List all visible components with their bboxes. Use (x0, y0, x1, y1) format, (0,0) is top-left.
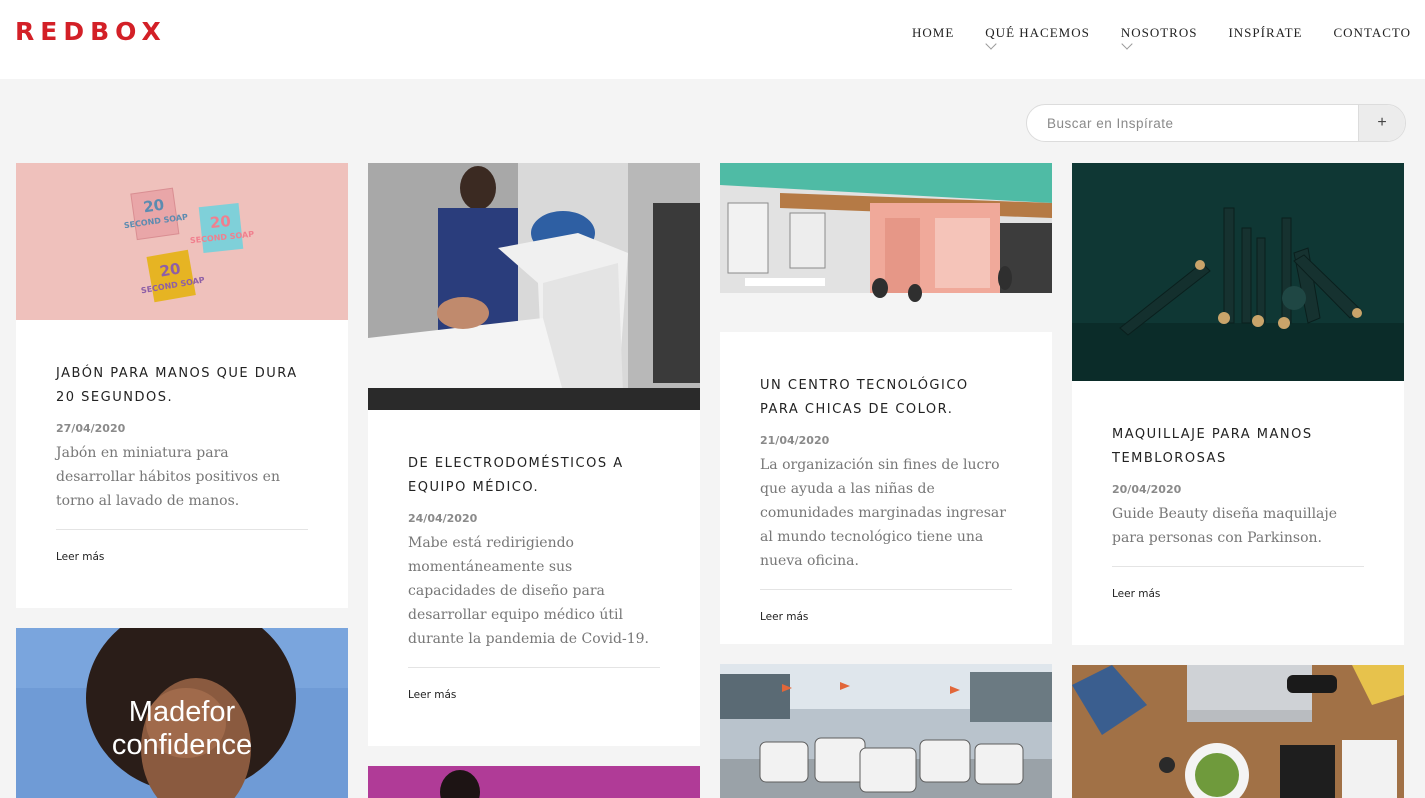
post-title[interactable]: DE ELECTRODOMÉSTICOS A EQUIPO MÉDICO. (408, 452, 660, 500)
post-card-confidence: Madefor confidence (16, 628, 348, 798)
post-card-robots (720, 664, 1052, 798)
post-excerpt: Jabón en miniatura para desarrollar hábi… (56, 445, 280, 509)
nav-que-hacemos-label: QUÉ HACEMOS (985, 25, 1090, 40)
post-card-makeup: MAQUILLAJE PARA MANOS TEMBLOROSAS 20/04/… (1072, 163, 1404, 645)
divider (56, 529, 308, 530)
makeup-tools-image[interactable] (1072, 163, 1404, 381)
divider (408, 667, 660, 668)
site-header: REDBOX HOME QUÉ HACEMOS NOSOTROS INSPÍRA… (0, 0, 1425, 79)
search-plus-button[interactable]: + (1358, 105, 1405, 141)
read-more-link[interactable]: Leer más (408, 689, 660, 701)
post-excerpt: Mabe está redirigiendo momentáneamente s… (408, 535, 649, 647)
post-date: 27/04/2020 (56, 422, 126, 435)
post-card-desk (1072, 665, 1404, 798)
nav-home-label: HOME (912, 25, 955, 40)
redbox-logo[interactable]: REDBOX (15, 17, 167, 46)
magenta-portrait-image[interactable] (368, 766, 700, 798)
post-card-soap: 20SECOND SOAP 20SECOND SOAP 20SECOND SOA… (16, 163, 348, 608)
post-title[interactable]: JABÓN PARA MANOS QUE DURA 20 SEGUNDOS. (56, 362, 308, 410)
post-date: 20/04/2020 (1112, 483, 1182, 496)
nav-inspirate-label: INSPÍRATE (1228, 25, 1303, 40)
post-card-medical: DE ELECTRODOMÉSTICOS A EQUIPO MÉDICO. 24… (368, 163, 700, 746)
post-date: 24/04/2020 (408, 512, 478, 525)
confidence-line-1: Madefor (128, 696, 236, 728)
nav-home[interactable]: HOME (912, 25, 954, 41)
divider (760, 589, 1012, 590)
post-card-body: UN CENTRO TECNOLÓGICO PARA CHICAS DE COL… (760, 374, 1012, 623)
post-card-body: DE ELECTRODOMÉSTICOS A EQUIPO MÉDICO. 24… (408, 452, 660, 701)
nav-inspirate[interactable]: INSPÍRATE (1228, 25, 1302, 41)
chevron-down-icon (1121, 38, 1133, 50)
nav-que-hacemos[interactable]: QUÉ HACEMOS (985, 25, 1090, 50)
read-more-link[interactable]: Leer más (1112, 588, 1364, 600)
nav-nosotros-label: NOSOTROS (1120, 25, 1198, 40)
delivery-robots-image[interactable] (720, 664, 1052, 798)
post-excerpt: Guide Beauty diseña maquillaje para pers… (1112, 506, 1338, 546)
search-input[interactable] (1027, 105, 1359, 141)
tech-center-image[interactable] (720, 163, 1052, 332)
nav-contacto-label: CONTACTO (1333, 25, 1411, 40)
confidence-line-2: confidence (111, 729, 253, 761)
main-nav: HOME QUÉ HACEMOS NOSOTROS INSPÍRATE CONT… (881, 25, 1411, 50)
post-card-body: MAQUILLAJE PARA MANOS TEMBLOROSAS 20/04/… (1112, 423, 1364, 600)
post-title[interactable]: MAQUILLAJE PARA MANOS TEMBLOROSAS (1112, 423, 1364, 471)
post-excerpt: La organización sin fines de lucro que a… (760, 457, 1006, 569)
post-card-magenta (368, 766, 700, 798)
nav-contacto[interactable]: CONTACTO (1333, 25, 1411, 41)
divider (1112, 566, 1364, 567)
read-more-link[interactable]: Leer más (56, 551, 308, 563)
nav-nosotros[interactable]: NOSOTROS (1120, 25, 1198, 50)
search-box: + (1026, 104, 1406, 142)
medical-equipment-image[interactable] (368, 163, 700, 410)
desk-flatlay-image[interactable] (1072, 665, 1404, 798)
chevron-down-icon (985, 38, 997, 50)
post-title[interactable]: UN CENTRO TECNOLÓGICO PARA CHICAS DE COL… (760, 374, 1012, 422)
post-date: 21/04/2020 (760, 434, 830, 447)
read-more-link[interactable]: Leer más (760, 611, 1012, 623)
post-card-tech-center: UN CENTRO TECNOLÓGICO PARA CHICAS DE COL… (720, 163, 1052, 644)
soap-image[interactable]: 20SECOND SOAP 20SECOND SOAP 20SECOND SOA… (16, 163, 348, 320)
post-card-body: JABÓN PARA MANOS QUE DURA 20 SEGUNDOS. 2… (56, 362, 308, 563)
